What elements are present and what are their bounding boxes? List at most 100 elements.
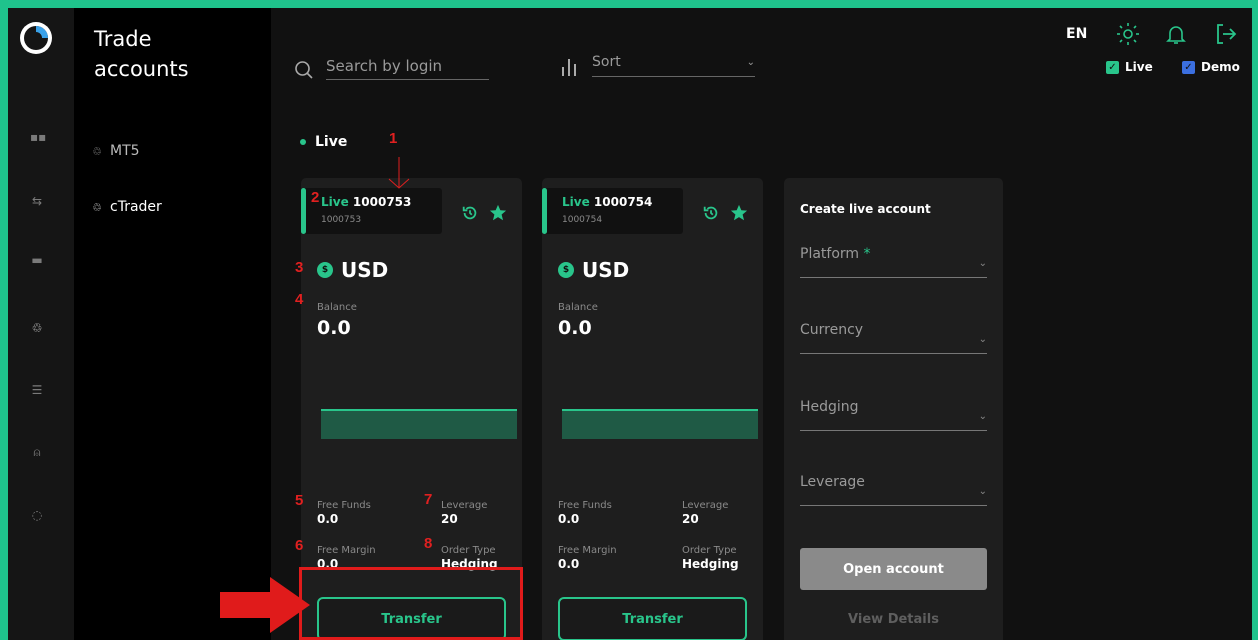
account-login: 1000754 [562,215,603,225]
hedging-label: Hedging [800,399,859,415]
order-type: Order Type Hedging [682,545,739,571]
search-icon [295,61,313,79]
bell-icon[interactable] [1164,22,1188,46]
star-icon[interactable] [489,204,507,222]
header-controls: EN ✓ Live ✓ Demo [1002,8,1252,88]
open-account-button[interactable]: Open account [800,548,987,590]
transfer-arrows-icon[interactable]: ⇆ [30,194,44,208]
list-icon[interactable]: ☰ [30,383,44,397]
leverage: Leverage 20 [441,500,487,526]
balance-label: Balance [317,302,357,313]
page-title-line2: accounts [94,57,189,81]
section-label: Live [300,134,347,150]
create-account-panel: Create live account Platform * ⌄ Currenc… [784,178,1003,640]
leverage-label: Leverage [682,500,729,511]
checkmark-icon: ✓ [1182,60,1195,74]
free-margin-label: Free Margin [317,545,376,556]
live-filter-checkbox[interactable]: ✓ Live [1106,60,1153,74]
order-type-label: Order Type [682,545,737,556]
account-header[interactable]: Live 1000753 1000753 [301,188,442,234]
sort-label: Sort [592,54,621,70]
sort-select[interactable]: Sort ⌄ [592,54,755,77]
annotation-2: 2 [311,189,320,206]
free-funds: Free Funds 0.0 [558,500,612,526]
required-mark: * [863,246,871,262]
search-input[interactable] [326,57,489,75]
account-title: Live 1000753 [321,195,411,209]
app-window: ▪▪ ⇆ ▬ ♲ ☰ ⍝ ◌ Trade accounts ♲ MT5 ♲ cT… [8,8,1252,640]
dashboard-icon[interactable]: ▪▪ [30,130,46,144]
down-arrow-icon [388,157,410,189]
language-selector[interactable]: EN [1066,26,1087,42]
chevron-down-icon: ⌄ [746,56,755,68]
icon-rail: ▪▪ ⇆ ▬ ♲ ☰ ⍝ ◌ [8,8,74,640]
currency-code: USD [341,258,389,282]
sidebar-item-label: cTrader [110,199,162,215]
leverage-select[interactable]: Leverage ⌄ [800,474,987,506]
sort-bars-icon [562,59,576,76]
sidebar-item-mt5[interactable]: ♲ MT5 [92,143,140,159]
annotation-3: 3 [295,259,304,276]
trade-accounts-icon[interactable]: ♲ [30,321,44,335]
account-card: Live 1000754 1000754 $ USD Balance 0.0 F… [542,178,763,640]
logout-icon[interactable] [1214,22,1238,46]
account-header[interactable]: Live 1000754 1000754 [542,188,683,234]
history-icon[interactable] [702,204,720,222]
hedging-select[interactable]: Hedging ⌄ [800,399,987,431]
sidebar: Trade accounts ♲ MT5 ♲ cTrader [74,8,271,640]
platform-select[interactable]: Platform * ⌄ [800,246,987,278]
section-label-text: Live [315,134,348,150]
sidebar-item-ctrader[interactable]: ♲ cTrader [92,199,162,215]
balance-value: 0.0 [317,317,351,339]
live-dot-icon [300,139,306,145]
currency-code: USD [582,258,630,282]
currency-row: $ USD [317,258,388,282]
free-funds-label: Free Funds [558,500,612,511]
view-details-link[interactable]: View Details [800,612,987,627]
platform-icon: ♲ [92,200,102,214]
sort-control: Sort ⌄ [560,54,755,77]
account-number: 1000753 [352,195,412,209]
highlight-box [299,567,523,640]
leverage-label: Leverage [441,500,488,511]
leverage-value: 20 [682,512,699,526]
annotation-4: 4 [295,291,304,308]
star-icon[interactable] [730,204,748,222]
platform-icon: ♲ [92,144,102,158]
leverage-value: 20 [441,512,458,526]
free-funds: Free Funds 0.0 [317,500,371,526]
demo-filter-checkbox[interactable]: ✓ Demo [1182,60,1240,74]
annotation-6: 6 [295,537,304,554]
annotation-1: 1 [389,130,398,147]
page-title: Trade accounts [94,24,189,84]
annotation-7: 7 [424,491,433,508]
profile-icon[interactable]: ⍝ [30,445,44,459]
chevron-down-icon: ⌄ [978,486,987,497]
search-box [294,56,489,80]
chat-icon[interactable]: ◌ [30,508,44,522]
right-arrow-icon [220,577,310,633]
leverage-label: Leverage [800,474,865,490]
chevron-down-icon: ⌄ [978,334,987,345]
free-margin-label: Free Margin [558,545,617,556]
currency-row: $ USD [558,258,629,282]
checkmark-icon: ✓ [1106,60,1119,74]
free-funds-value: 0.0 [558,512,580,526]
history-icon[interactable] [461,204,479,222]
account-login: 1000753 [321,215,362,225]
currency-select[interactable]: Currency ⌄ [800,322,987,354]
brand-logo-icon[interactable] [18,20,54,56]
free-funds-value: 0.0 [317,512,339,526]
live-filter-label: Live [1125,60,1153,74]
transfer-button[interactable]: Transfer [558,597,747,640]
account-number: 1000754 [593,195,653,209]
free-margin-value: 0.0 [558,557,580,571]
wallet-icon[interactable]: ▬ [30,253,44,267]
free-margin: Free Margin 0.0 [558,545,617,571]
account-type: Live [562,195,590,209]
balance-label: Balance [558,302,598,313]
account-type: Live [321,195,349,209]
annotation-8: 8 [424,535,433,552]
sidebar-item-label: MT5 [110,143,140,159]
theme-sun-icon[interactable] [1116,22,1140,46]
